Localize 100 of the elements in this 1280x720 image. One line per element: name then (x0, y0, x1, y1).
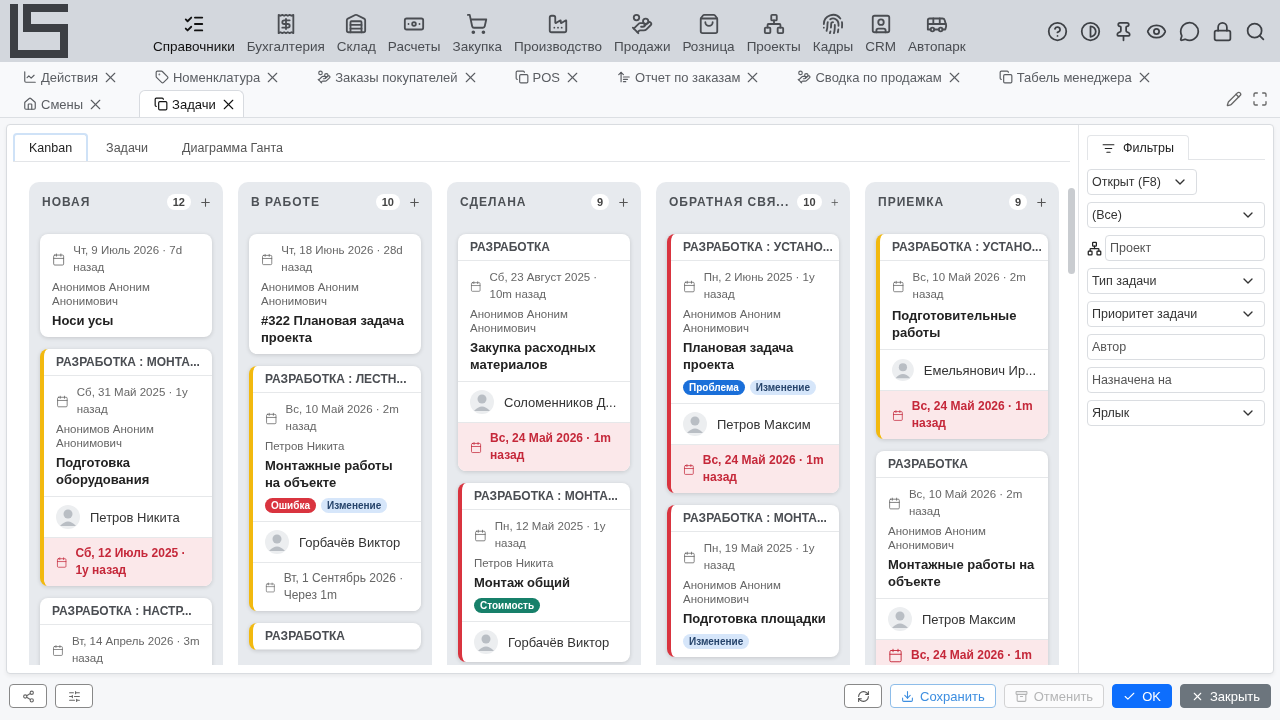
tag-badge: Ошибка (265, 498, 316, 513)
task-title: Монтажные работы на объекте (265, 457, 394, 491)
sort-icon (617, 70, 631, 84)
task-title: Плановая задача проекта (683, 339, 795, 373)
pencil-icon[interactable] (1226, 91, 1242, 107)
document-tab[interactable]: POS (509, 63, 588, 90)
copy-icon (154, 97, 169, 111)
filter-dropdown[interactable]: (Все) (1087, 202, 1265, 228)
plus-icon[interactable] (408, 195, 421, 209)
refresh-button[interactable] (844, 684, 883, 708)
scrollbar-thumb[interactable] (1067, 188, 1075, 274)
share-icon (21, 689, 35, 703)
refresh-icon (856, 689, 870, 703)
nav-item[interactable]: Продажи (609, 4, 676, 58)
card-category: РАЗРАБОТКА : МОНТА... (462, 483, 630, 510)
help-icon (1047, 20, 1068, 42)
calendar-icon (470, 278, 482, 294)
calendar-icon (892, 407, 904, 423)
document-tab[interactable]: Отчет по заказам (612, 63, 769, 90)
avatar-icon (683, 412, 707, 436)
task-count: 10 (797, 194, 822, 210)
task-card[interactable]: Чт, 9 Июль 2026 · 7d назад Анонимов Аноним Анонимович Носи усы (40, 234, 212, 337)
nav-item[interactable]: Бухгалтерия (241, 4, 330, 58)
avatar-icon (470, 390, 494, 414)
nav-item[interactable]: Автопарк (903, 4, 971, 58)
tag-badge: Стоимость (474, 598, 541, 613)
assignee-name: Горбачёв Виктор (508, 634, 610, 650)
task-card[interactable]: РАЗРАБОТКА : НАСТР... Вт, 14 Апрель 2026 · 3m назад (40, 598, 212, 665)
avatar-icon (888, 607, 912, 631)
calendar-icon (683, 461, 695, 477)
nav-item[interactable]: Розница (677, 4, 740, 58)
filters-tab[interactable]: Фильтры (1087, 135, 1189, 160)
due-date: Вс, 24 Май 2026 · 1m назад (702, 452, 825, 486)
document-tab[interactable]: Табель менеджера (993, 63, 1160, 90)
task-card[interactable]: РАЗРАБОТКА : МОНТА... Пн, 19 Май 2025 · 1y назад Анонимов Аноним Анонимович Подготовка площадки Изменение (667, 505, 839, 657)
fullscreen-icon[interactable] (1252, 91, 1268, 107)
task-card[interactable]: РАЗРАБОТКА : УСТАНО... Пн, 2 Июнь 2025 · 1y назад Анонимов Аноним Анонимович Плановая задача проекта Проблема Изменение Петров Максим Вс, 24 Май 2026 · 1m назад (667, 234, 839, 493)
author-name: Петров Никита (265, 439, 346, 453)
task-card[interactable]: РАЗРАБОТКА : МОНТА... Сб, 31 Май 2025 · 1y назад Анонимов Аноним Анонимович Подготовка оборудования Петров Никита Сб, 12 Июль 2025 · 1y назад (40, 349, 212, 586)
card-category: РАЗРАБОТКА : МОНТА... (671, 505, 839, 532)
task-card[interactable]: РАЗРАБОТКА Вс, 10 Май 2026 · 2m назад Анонимов Аноним Анонимович Монтажные работы на объекте Петров Максим Вс, 24 Май 2026 · 1m (876, 451, 1048, 665)
plus-icon[interactable] (199, 195, 212, 209)
document-tab[interactable]: Номенклатура (149, 63, 289, 90)
document-tab[interactable]: Заказы покупателей (312, 63, 486, 90)
nav-item[interactable]: Закупка (447, 4, 507, 58)
column-title: НОВАЯ (42, 195, 92, 209)
task-card[interactable]: РАЗРАБОТКА : ЛЕСТН... Вс, 10 Май 2026 · 2m назад Петров Никита Монтажные работы на объекте Ошибка Изменение Горбачёв Виктор Вт, 1 Сентябрь 2026 · Через 1m (249, 366, 421, 611)
filter-input[interactable]: Автор (1087, 334, 1265, 360)
close-button[interactable]: Закрыть (1179, 684, 1271, 708)
task-title: Закупка расходных материалов (470, 339, 597, 373)
ok-button[interactable]: OK (1112, 684, 1172, 708)
warehouse-icon (345, 12, 368, 35)
nav-item[interactable]: Производство (509, 4, 608, 58)
nav-item[interactable]: Склад (331, 4, 381, 58)
created-date: Чт, 9 Июль 2026 · 7d назад (73, 243, 184, 275)
filter-dropdown[interactable]: Ярлык (1087, 400, 1265, 426)
nav-item[interactable]: Справочники (148, 4, 240, 58)
nav-item[interactable]: Кадры (807, 4, 859, 58)
calendar-icon (261, 251, 274, 267)
tag-badge: Изменение (321, 498, 388, 513)
calendar-icon (52, 642, 64, 658)
house-icon (23, 97, 37, 111)
avatar-icon (265, 530, 289, 554)
document-tab[interactable]: Смены (18, 90, 112, 117)
created-date: Сб, 31 Май 2025 · 1y назад (76, 385, 189, 417)
bag-icon (697, 12, 720, 35)
sliders-button[interactable] (55, 684, 93, 708)
plus-icon[interactable] (617, 195, 630, 209)
line-chart-icon (23, 70, 37, 84)
view-tab[interactable]: Диаграмма Ганта (166, 133, 299, 161)
assignee-name: Соломенников Д... (504, 394, 617, 410)
task-count: 12 (166, 194, 191, 210)
filter-input[interactable]: Назначена на (1087, 367, 1265, 393)
search-icon (1245, 20, 1266, 42)
task-card[interactable]: РАЗРАБОТКА : МОНТА... Пн, 12 Май 2025 · 1y назад Петров Никита Монтаж общий Стоимость Горбачёв Виктор (458, 483, 630, 662)
nav-item[interactable]: Расчеты (382, 4, 446, 58)
assignee-name: Емельянович Ир... (923, 362, 1036, 378)
document-tab[interactable]: Сводка по продажам (792, 63, 970, 90)
nav-item[interactable]: Проекты (741, 4, 806, 58)
due-date: Сб, 12 Июль 2025 · 1y назад (75, 545, 187, 579)
avatar-icon (892, 358, 914, 382)
view-tab[interactable]: Задачи (90, 133, 165, 161)
nav-item[interactable]: CRM (860, 4, 902, 58)
task-card[interactable]: РАЗРАБОТКА Сб, 23 Август 2025 · 10m назад Анонимов Аноним Анонимович Закупка расходных материалов Соломенников Д... Вс, 24 Май 2026 · 1m назад (458, 234, 630, 471)
calendar-icon (888, 648, 903, 663)
column-title: ОБРАТНАЯ СВЯ... (669, 195, 790, 209)
task-card[interactable]: РАЗРАБОТКА : УСТАНО... Вс, 10 Май 2026 · 2m назад Подготовительные работы Емельянович Ир... Вс, 24 Май 2026 · 1m назад (876, 234, 1048, 439)
plus-icon[interactable] (1035, 195, 1048, 209)
filter-dropdown[interactable]: Открыт (F8) (1087, 169, 1197, 195)
filter-input[interactable]: Проект (1105, 235, 1265, 261)
assignee-name: Петров Максим (717, 416, 811, 432)
filter-dropdown[interactable]: Приоритет задачи (1087, 301, 1265, 327)
task-title: Подготовительные работы (892, 307, 1018, 341)
task-card[interactable]: Чт, 18 Июнь 2026 · 28d назад Анонимов Аноним Анонимович #322 Плановая задача проекта (249, 234, 421, 354)
document-tab[interactable]: Действия (18, 63, 126, 90)
share-button[interactable] (9, 684, 47, 708)
filter-dropdown[interactable]: Тип задачи (1087, 268, 1265, 294)
document-tab[interactable]: Задачи (139, 90, 244, 117)
task-title: #322 Плановая задача проекта (261, 312, 405, 346)
view-tab[interactable]: Kanban (13, 133, 89, 161)
